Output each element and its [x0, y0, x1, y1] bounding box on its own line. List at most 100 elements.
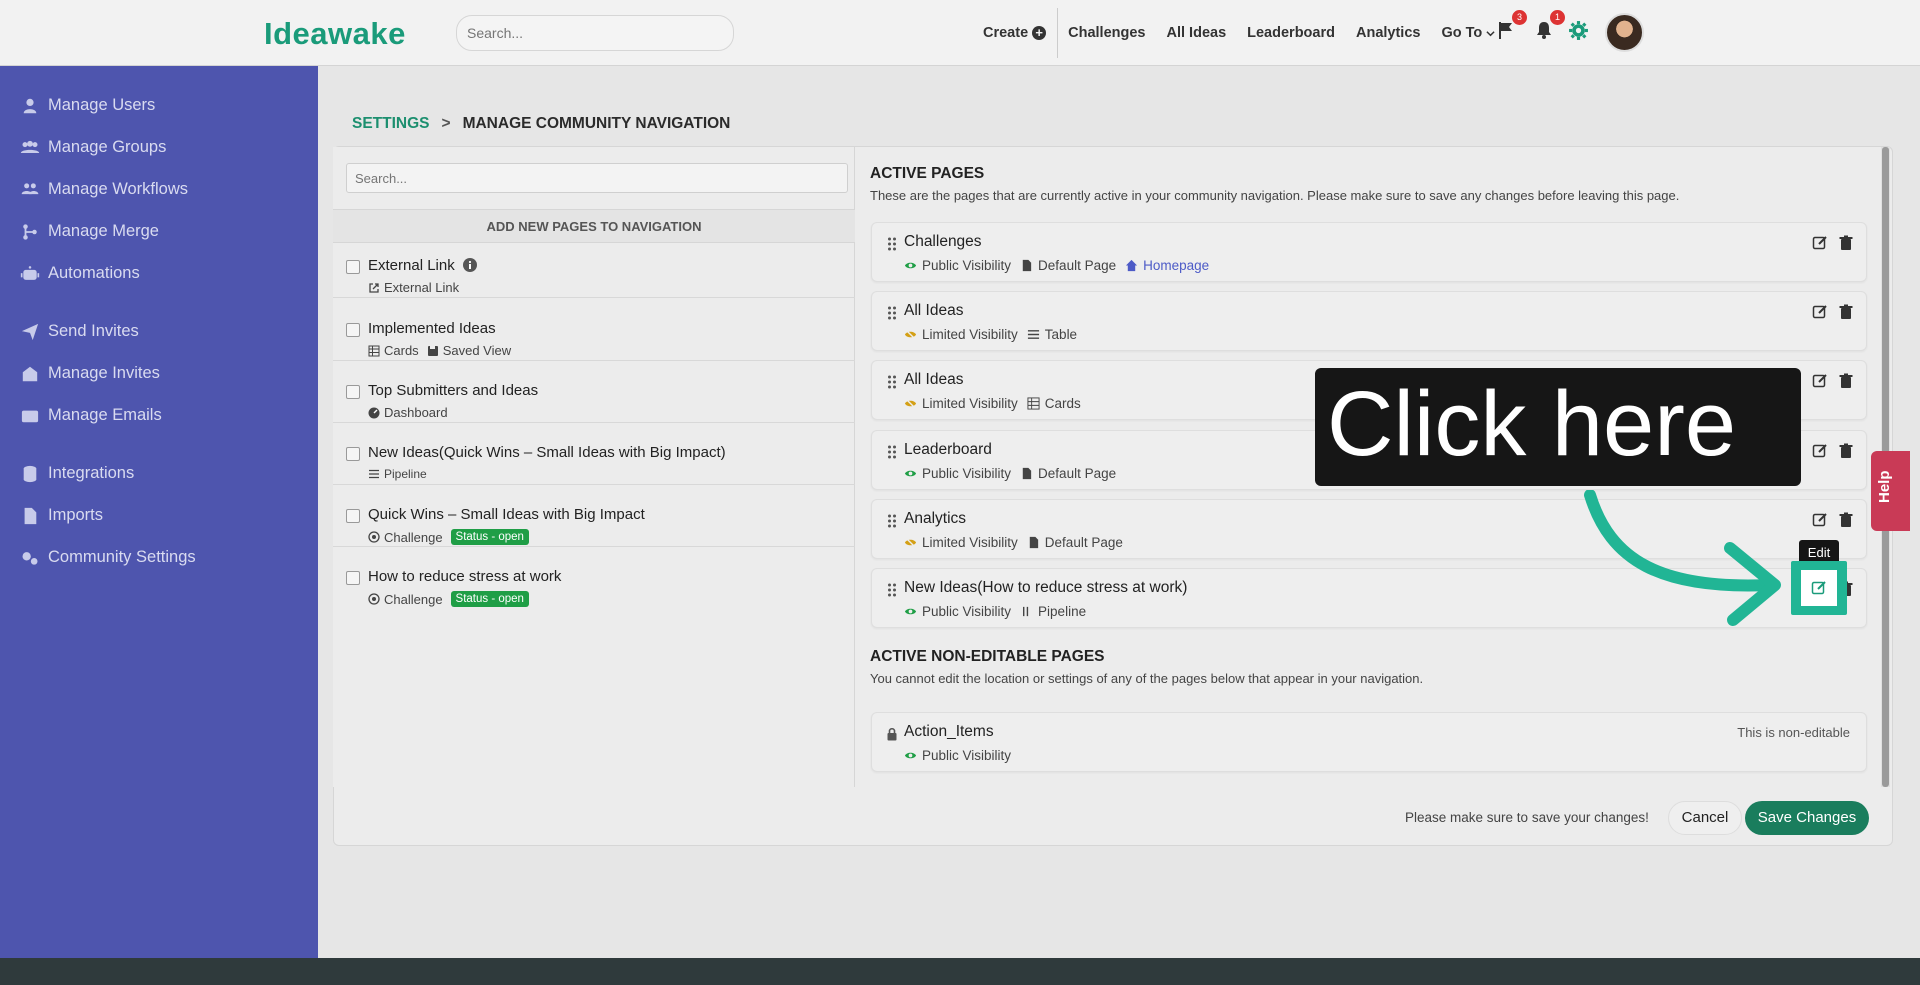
non-editable-note: This is non-editable — [1737, 725, 1850, 740]
page-row-meta: Public Visibility Default Page Homepage — [904, 258, 1209, 273]
save-changes-button[interactable]: Save Changes — [1745, 801, 1869, 835]
drag-handle-icon[interactable] — [887, 375, 897, 389]
nav-divider — [1057, 8, 1059, 58]
homepage-label: Homepage — [1143, 258, 1210, 273]
nav-challenges[interactable]: Challenges — [1068, 25, 1145, 41]
breadcrumb: SETTINGS > MANAGE COMMUNITY NAVIGATION — [352, 115, 730, 133]
list-item-meta: Challenge Status - open — [368, 591, 529, 607]
edit-icon[interactable] — [1812, 443, 1828, 459]
add-page-checkbox[interactable] — [346, 447, 360, 461]
table-icon — [368, 345, 380, 356]
page-row-meta: Limited Visibility Default Page — [904, 535, 1123, 550]
sidebar-item-label: Send Invites — [48, 322, 139, 340]
trash-icon[interactable] — [1838, 373, 1854, 389]
callout-text: Click here — [1327, 373, 1737, 475]
edit-icon[interactable] — [1812, 235, 1828, 251]
sidebar-item-imports[interactable]: Imports — [20, 506, 103, 525]
page-row-meta: Public Visibility Default Page — [904, 466, 1116, 481]
trash-icon[interactable] — [1838, 304, 1854, 320]
page-row-title: Analytics — [904, 510, 967, 527]
list-item-title: How to reduce stress at work — [368, 568, 562, 585]
robot-icon — [20, 265, 40, 280]
add-page-checkbox[interactable] — [346, 323, 360, 337]
active-pages-title: ACTIVE PAGES — [870, 165, 985, 182]
ideawake-logo[interactable]: Ideawake — [264, 16, 449, 52]
challenge-icon — [368, 531, 380, 543]
flag-icon[interactable]: 3 — [1496, 10, 1527, 42]
non-editable-page-row: Action_Items Public Visibility This is n… — [871, 712, 1867, 772]
eye-icon — [904, 262, 917, 269]
edit-icon[interactable] — [1812, 512, 1828, 528]
dashboard-icon — [368, 407, 380, 418]
user-avatar[interactable] — [1605, 13, 1644, 52]
edit-icon[interactable] — [1812, 373, 1828, 389]
drag-handle-icon[interactable] — [887, 237, 897, 251]
merge-icon — [23, 223, 37, 240]
sidebar-item-manage-merge[interactable]: Manage Merge — [20, 222, 159, 241]
trash-icon[interactable] — [1838, 443, 1854, 459]
callout-arrow — [1584, 490, 1781, 626]
sidebar-item-label: Automations — [48, 264, 140, 282]
add-page-checkbox[interactable] — [346, 509, 360, 523]
add-page-checkbox[interactable] — [346, 571, 360, 585]
sidebar-item-automations[interactable]: Automations — [20, 264, 140, 283]
add-page-checkbox[interactable] — [346, 385, 360, 399]
nav-go-to[interactable]: Go To — [1441, 25, 1495, 41]
page-row-title: Challenges — [904, 233, 982, 250]
database-icon — [23, 465, 37, 482]
bell-icon[interactable]: 1 — [1534, 10, 1565, 42]
global-search-input[interactable] — [456, 15, 734, 51]
breadcrumb-settings-link[interactable]: SETTINGS — [352, 115, 430, 133]
eye-icon — [904, 752, 917, 759]
pages-search-input[interactable] — [346, 163, 848, 193]
list-item-title: Implemented Ideas — [368, 320, 496, 337]
sidebar-item-manage-invites[interactable]: Manage Invites — [20, 364, 160, 383]
create-menu[interactable]: Create + — [983, 25, 1047, 41]
info-icon[interactable] — [462, 258, 477, 272]
invite-icon — [22, 366, 38, 381]
edit-icon[interactable] — [1812, 304, 1828, 320]
nav-analytics[interactable]: Analytics — [1356, 25, 1420, 41]
sidebar-item-manage-users[interactable]: Manage Users — [20, 96, 155, 115]
active-page-row[interactable]: Challenges Public Visibility Default Pag… — [871, 222, 1867, 282]
trash-icon[interactable] — [1838, 512, 1854, 528]
drag-handle-icon[interactable] — [887, 445, 897, 459]
list-item: New Ideas(Quick Wins – Small Ideas with … — [333, 437, 855, 485]
go-to-label: Go To — [1441, 25, 1483, 41]
trash-icon[interactable] — [1838, 235, 1854, 251]
sidebar-item-manage-workflows[interactable]: Manage Workflows — [20, 180, 188, 199]
sidebar-item-community-settings[interactable]: Community Settings — [20, 548, 196, 567]
nav-all-ideas[interactable]: All Ideas — [1167, 25, 1227, 41]
flag-badge: 3 — [1512, 10, 1527, 25]
list-item-title: Top Submitters and Ideas — [368, 382, 539, 399]
list-item-title: Quick Wins – Small Ideas with Big Impact — [368, 506, 645, 523]
nav-leaderboard[interactable]: Leaderboard — [1247, 25, 1335, 41]
help-label: Help — [1876, 470, 1893, 503]
highlighted-edit-button[interactable] — [1801, 570, 1837, 606]
cancel-button[interactable]: Cancel — [1668, 801, 1742, 835]
user-icon — [23, 98, 37, 113]
list-item: How to reduce stress at work Challenge S… — [333, 561, 855, 609]
add-page-checkbox[interactable] — [346, 260, 360, 274]
sidebar-item-manage-groups[interactable]: Manage Groups — [20, 138, 166, 157]
active-page-row[interactable]: All Ideas Limited Visibility Table — [871, 291, 1867, 351]
sidebar-item-send-invites[interactable]: Send Invites — [20, 322, 139, 341]
eye-icon — [904, 470, 917, 477]
list-icon — [369, 469, 379, 479]
list-item-meta: Pipeline — [368, 467, 427, 481]
help-tab[interactable]: Help — [1871, 451, 1910, 531]
plus-icon: + — [1032, 26, 1047, 40]
gear-icon[interactable] — [1568, 20, 1590, 42]
eye-icon — [904, 608, 917, 615]
send-icon — [21, 323, 39, 340]
sidebar-item-manage-emails[interactable]: Manage Emails — [20, 406, 162, 425]
sidebar-item-integrations[interactable]: Integrations — [20, 464, 134, 483]
footer-strip — [0, 958, 1920, 985]
chevron-right-icon: > — [441, 115, 451, 132]
drag-handle-icon[interactable] — [887, 514, 897, 528]
drag-handle-icon[interactable] — [887, 583, 897, 597]
drag-handle-icon[interactable] — [887, 306, 897, 320]
list-item: Quick Wins – Small Ideas with Big Impact… — [333, 499, 855, 547]
sidebar-item-label: Manage Merge — [48, 222, 159, 240]
edit-icon[interactable] — [1811, 580, 1827, 596]
